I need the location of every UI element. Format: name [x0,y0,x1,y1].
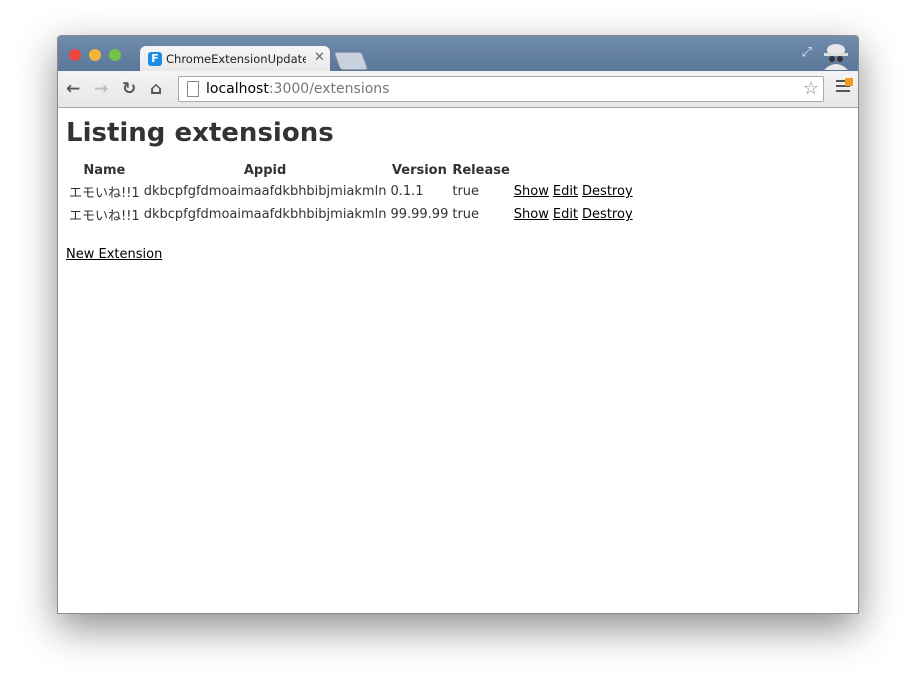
table-row: エモいね!!1 dkbcpfgfdmoaimaafdkbhbibjmiakmln… [68,181,638,202]
tab-close-icon[interactable]: ✕ [314,50,325,65]
url-path: :3000/extensions [268,81,390,97]
minimize-window-button[interactable] [89,49,101,61]
column-header: Release [452,163,510,178]
back-icon[interactable]: ← [66,79,80,99]
cell-release: true [452,207,480,222]
column-header: Appid [243,163,287,178]
cell-release: true [452,184,480,199]
destroy-link[interactable]: Destroy [582,184,633,199]
cell-name: エモいね!!1 [69,186,140,201]
page-icon [187,81,199,97]
new-tab-button[interactable] [333,52,369,70]
cell-version: 99.99.99 [390,207,449,222]
bookmark-star-icon[interactable]: ☆ [803,78,819,99]
fullscreen-icon[interactable]: ⤢ [802,45,812,60]
update-badge-icon [845,78,853,86]
edit-link[interactable]: Edit [553,184,578,199]
page-title: Listing extensions [66,118,334,148]
toolbar: ← → ↻ ⌂ localhost:3000/extensions ☆ [58,71,858,108]
close-window-button[interactable] [69,49,81,61]
new-extension-link[interactable]: New Extension [66,247,850,262]
cell-version: 0.1.1 [390,184,424,199]
extensions-table: Name Appid Version Release エモいね!!1 dkbcp… [66,160,640,227]
reload-icon[interactable]: ↻ [122,79,136,99]
tab-title: ChromeExtensionUpdateC [166,52,306,66]
show-link[interactable]: Show [514,207,549,222]
incognito-icon [824,44,848,70]
destroy-link[interactable]: Destroy [582,207,633,222]
favicon-icon: F [148,52,162,66]
cell-name: エモいね!!1 [69,209,140,224]
page-content: Listing extensions Name Appid Version Re… [58,108,858,272]
browser-window: F ChromeExtensionUpdateC ✕ ⤢ ← → ↻ ⌂ loc… [57,35,859,614]
zoom-window-button[interactable] [109,49,121,61]
title-bar: F ChromeExtensionUpdateC ✕ ⤢ [58,36,858,71]
forward-icon[interactable]: → [94,79,108,99]
column-header: Name [83,163,126,178]
table-header: Name Appid Version Release [68,162,638,179]
edit-link[interactable]: Edit [553,207,578,222]
cell-appid: dkbcpfgfdmoaimaafdkbhbibjmiakmln [143,184,387,199]
url-host: localhost [206,81,269,97]
tab-active[interactable]: F ChromeExtensionUpdateC ✕ [140,46,330,71]
cell-appid: dkbcpfgfdmoaimaafdkbhbibjmiakmln [143,207,387,222]
address-bar[interactable]: localhost:3000/extensions ☆ [178,76,824,102]
table-row: エモいね!!1 dkbcpfgfdmoaimaafdkbhbibjmiakmln… [68,204,638,225]
show-link[interactable]: Show [514,184,549,199]
home-icon[interactable]: ⌂ [150,79,162,99]
column-header: Version [391,163,447,178]
